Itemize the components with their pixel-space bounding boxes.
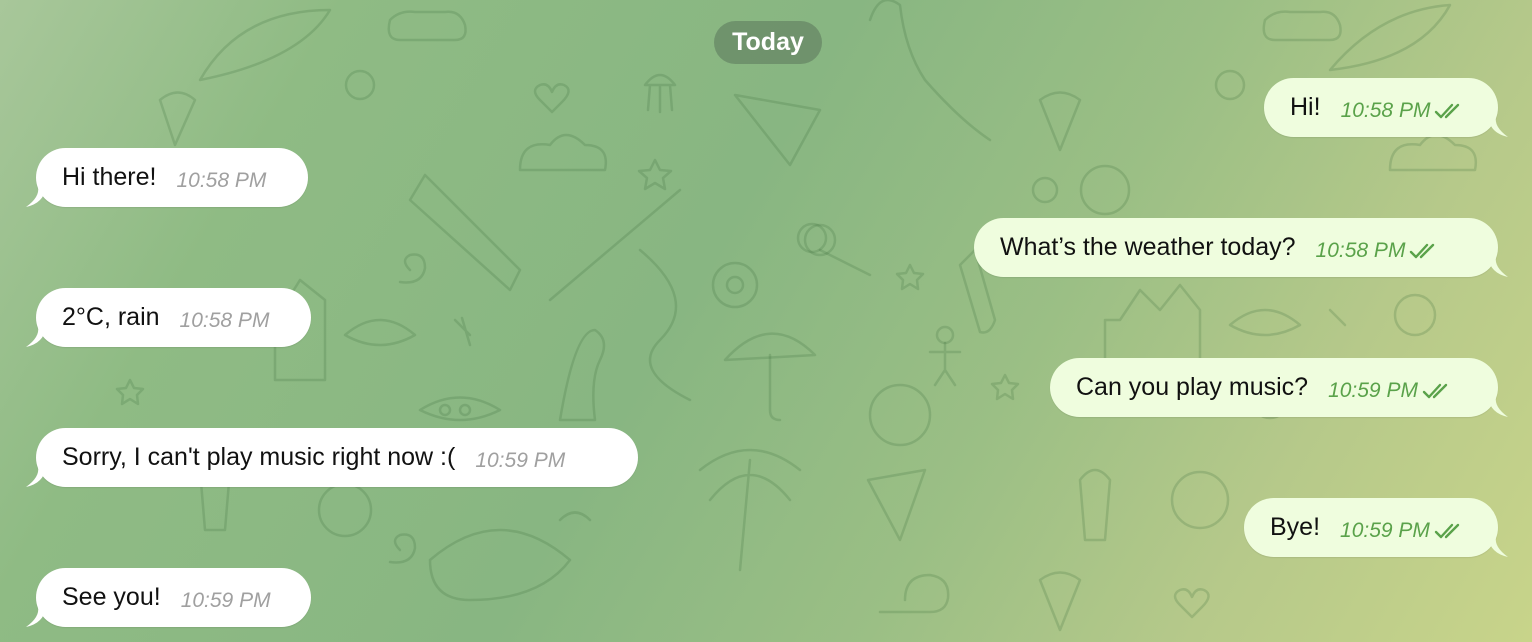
message-time: 10:58 PM bbox=[176, 168, 267, 192]
chat-background: Today Hi there! 10:58 PM 2°C, rain 10:58… bbox=[0, 0, 1532, 642]
bubble-tail bbox=[1488, 117, 1508, 137]
bubble-tail bbox=[1488, 537, 1508, 557]
message-text: What’s the weather today? bbox=[1000, 233, 1296, 261]
incoming-message[interactable]: 2°C, rain 10:58 PM bbox=[26, 288, 311, 347]
date-label: Today bbox=[732, 28, 804, 56]
outgoing-message[interactable]: What’s the weather today? 10:58 PM bbox=[974, 218, 1508, 277]
message-text: See you! bbox=[62, 583, 161, 611]
message-text: Hi! bbox=[1290, 93, 1321, 121]
message-time: 10:58 PM bbox=[1340, 98, 1431, 122]
double-check-icon bbox=[1410, 243, 1435, 258]
message-time: 10:59 PM bbox=[180, 588, 271, 612]
bubble-tail bbox=[26, 327, 46, 347]
message-text: Hi there! bbox=[62, 163, 157, 191]
bubble-tail bbox=[26, 187, 46, 207]
message-text: 2°C, rain bbox=[62, 303, 160, 331]
outgoing-message[interactable]: Bye! 10:59 PM bbox=[1244, 498, 1508, 557]
outgoing-message[interactable]: Can you play music? 10:59 PM bbox=[1050, 358, 1508, 417]
incoming-message[interactable]: Sorry, I can't play music right now :( 1… bbox=[26, 428, 638, 487]
message-time: 10:59 PM bbox=[475, 448, 566, 472]
message-time: 10:58 PM bbox=[179, 308, 270, 332]
double-check-icon bbox=[1422, 383, 1448, 398]
message-text: Sorry, I can't play music right now :( bbox=[62, 443, 456, 471]
bubble-tail bbox=[1488, 397, 1508, 417]
message-text: Bye! bbox=[1270, 513, 1321, 541]
date-separator: Today bbox=[714, 21, 822, 64]
bubble-tail bbox=[26, 607, 46, 627]
bubble-tail bbox=[1488, 257, 1508, 277]
double-check-icon bbox=[1434, 523, 1460, 538]
incoming-message[interactable]: See you! 10:59 PM bbox=[26, 568, 311, 627]
message-text: Can you play music? bbox=[1076, 373, 1309, 401]
incoming-message[interactable]: Hi there! 10:58 PM bbox=[26, 148, 308, 207]
message-time: 10:58 PM bbox=[1315, 238, 1406, 262]
message-time: 10:59 PM bbox=[1340, 518, 1430, 542]
bubble-tail bbox=[26, 467, 46, 487]
outgoing-message[interactable]: Hi! 10:58 PM bbox=[1264, 78, 1508, 137]
message-time: 10:59 PM bbox=[1328, 378, 1418, 402]
double-check-icon bbox=[1435, 103, 1460, 118]
